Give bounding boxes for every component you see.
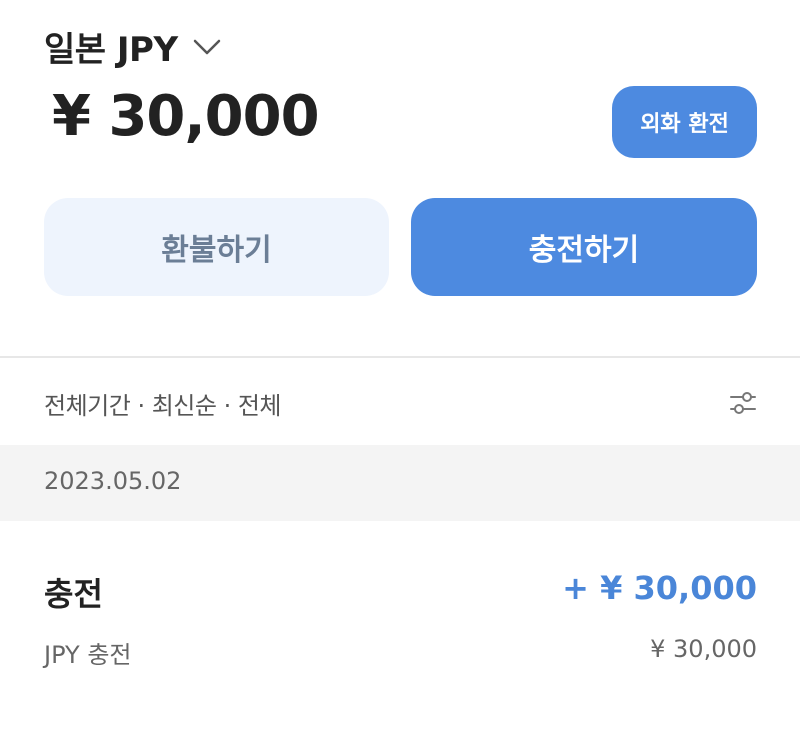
currency-selector[interactable]: 일본 JPY: [44, 22, 222, 71]
date-header: 2023.05.02: [0, 445, 800, 521]
balance-amount: ¥ 30,000: [52, 84, 320, 149]
section-divider: [0, 356, 800, 358]
refund-button[interactable]: 환불하기: [44, 198, 389, 296]
transaction-sub-amount: ¥ 30,000: [650, 635, 757, 663]
transaction-row[interactable]: 충전 + ¥ 30,000 JPY 충전 ¥ 30,000: [0, 521, 800, 737]
transaction-subtitle: JPY 충전: [44, 641, 132, 669]
transaction-amount: + ¥ 30,000: [562, 569, 757, 607]
transaction-title: 충전: [44, 575, 103, 613]
transaction-date: 2023.05.02: [44, 467, 182, 495]
currency-exchange-button[interactable]: 외화 환전: [612, 86, 757, 158]
charge-button[interactable]: 충전하기: [411, 198, 757, 296]
filter-bar: 전체기간 · 최신순 · 전체: [44, 383, 757, 423]
filter-summary[interactable]: 전체기간 · 최신순 · 전체: [44, 386, 282, 421]
currency-label: 일본 JPY: [44, 30, 178, 70]
chevron-down-icon: [193, 39, 220, 54]
sliders-icon[interactable]: [729, 389, 757, 417]
